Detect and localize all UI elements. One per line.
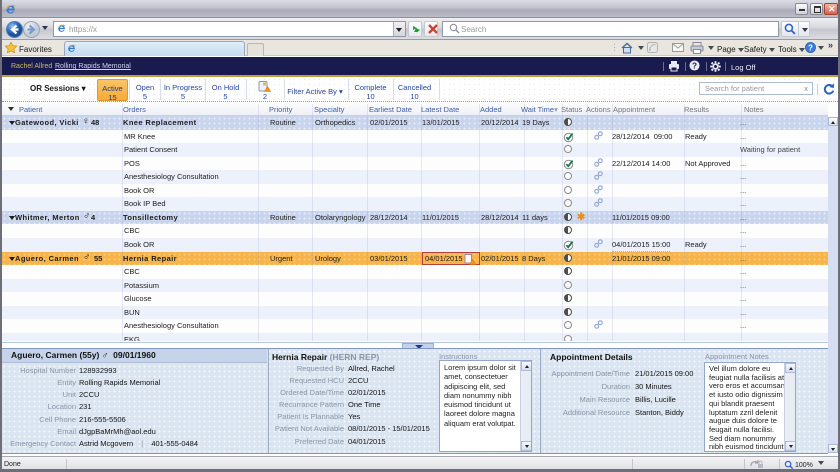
svg-text:?: ?	[808, 43, 813, 52]
svg-text:?: ?	[692, 61, 697, 70]
